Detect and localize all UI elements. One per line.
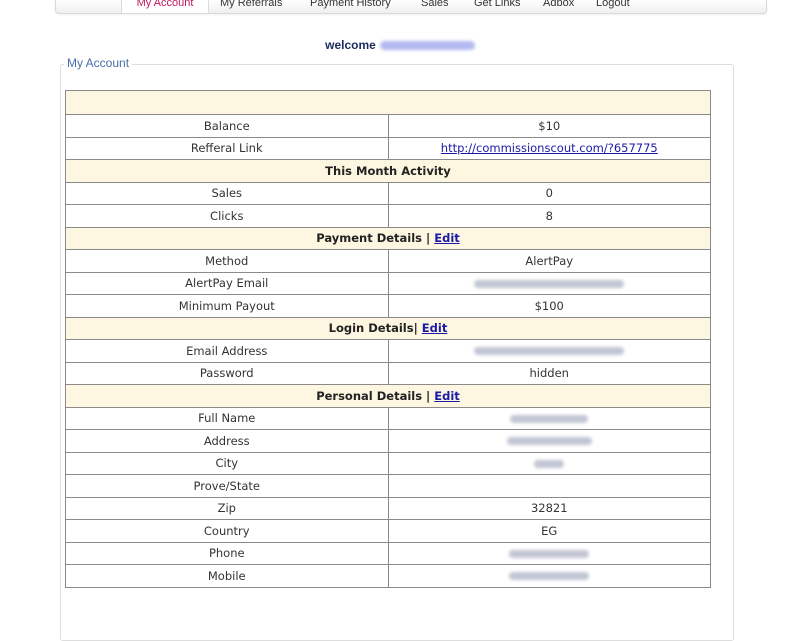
login-details-header: Login Details| Edit [65,316,711,340]
section-header-row: Login Details| Edit [65,316,711,340]
mobile-value [387,564,711,588]
phone-value [387,541,711,565]
referral-link-cell: http://commissionscout.com/?657775 [387,136,711,160]
country-value: EG [387,519,711,543]
table-row: Phone [65,541,711,565]
zip-label: Zip [65,496,389,520]
full-name-label: Full Name [65,406,389,430]
welcome-message: welcome [0,38,800,52]
table-row: City [65,451,711,475]
phone-label: Phone [65,541,389,565]
nav-tab-my-account[interactable]: My Account [121,0,209,13]
table-row: Minimum Payout $100 [65,294,711,318]
table-header-row [65,90,711,115]
nav-tab-sales[interactable]: Sales [421,0,449,13]
minimum-payout-label: Minimum Payout [65,294,389,318]
month-activity-header: This Month Activity [65,159,711,183]
email-address-value [387,339,711,363]
payment-details-header: Payment Details | Edit [65,226,711,250]
edit-payment-link[interactable]: Edit [434,231,460,245]
full-name-value [387,406,711,430]
referral-link[interactable]: http://commissionscout.com/?657775 [441,141,658,155]
mobile-label: Mobile [65,564,389,588]
zip-value: 32821 [387,496,711,520]
city-value [387,451,711,475]
fieldset-legend: My Account [64,56,133,70]
edit-personal-link[interactable]: Edit [434,389,460,403]
section-header-row: Payment Details | Edit [65,226,711,250]
table-row: Zip 32821 [65,496,711,520]
table-row: Balance $10 [65,114,711,138]
redacted-full-name [510,414,589,423]
top-nav: My Account My Referrals Payment History … [55,0,767,14]
sales-value: 0 [387,181,711,205]
table-row: AlertPay Email [65,271,711,295]
nav-tab-adbox[interactable]: Adbox [543,0,574,13]
nav-tab-payment-history[interactable]: Payment History [310,0,391,13]
nav-tab-logout[interactable]: Logout [596,0,630,13]
table-row: Country EG [65,519,711,543]
nav-tab-get-links[interactable]: Get Links [474,0,520,13]
state-value [387,474,711,498]
table-row: Password hidden [65,361,711,385]
table-row: Refferal Link http://commissionscout.com… [65,136,711,160]
empty-header-cell [65,90,711,115]
alertpay-email-label: AlertPay Email [65,271,389,295]
password-value: hidden [387,361,711,385]
sales-label: Sales [65,181,389,205]
table-row: Full Name [65,406,711,430]
table-row: Prove/State [65,474,711,498]
password-label: Password [65,361,389,385]
alertpay-email-value [387,271,711,295]
redacted-user-name [379,41,475,51]
personal-details-header: Personal Details | Edit [65,384,711,408]
table-row: Clicks 8 [65,204,711,228]
table-row: Mobile [65,564,711,588]
redacted-email [474,279,625,288]
address-value [387,429,711,453]
address-label: Address [65,429,389,453]
clicks-value: 8 [387,204,711,228]
redacted-mobile [509,572,590,581]
balance-value: $10 [387,114,711,138]
method-value: AlertPay [387,249,711,273]
edit-login-link[interactable]: Edit [422,321,448,335]
table-row: Address [65,429,711,453]
email-address-label: Email Address [65,339,389,363]
redacted-email [474,347,625,356]
balance-label: Balance [65,114,389,138]
table-row: Sales 0 [65,181,711,205]
nav-tab-my-referrals[interactable]: My Referrals [220,0,282,13]
welcome-label: welcome [325,38,376,52]
redacted-address [506,437,592,446]
city-label: City [65,451,389,475]
state-label: Prove/State [65,474,389,498]
section-header-row: Personal Details | Edit [65,384,711,408]
payment-details-title: Payment Details | [316,231,435,246]
account-table: Balance $10 Refferal Link http://commiss… [65,90,711,588]
personal-details-title: Personal Details | [316,388,435,403]
minimum-payout-value: $100 [387,294,711,318]
country-label: Country [65,519,389,543]
redacted-city [534,459,565,468]
redacted-phone [509,549,590,558]
referral-link-label: Refferal Link [65,136,389,160]
section-header-row: This Month Activity [65,159,711,183]
login-details-title: Login Details| [328,321,422,336]
method-label: Method [65,249,389,273]
table-row: Method AlertPay [65,249,711,273]
clicks-label: Clicks [65,204,389,228]
table-row: Email Address [65,339,711,363]
